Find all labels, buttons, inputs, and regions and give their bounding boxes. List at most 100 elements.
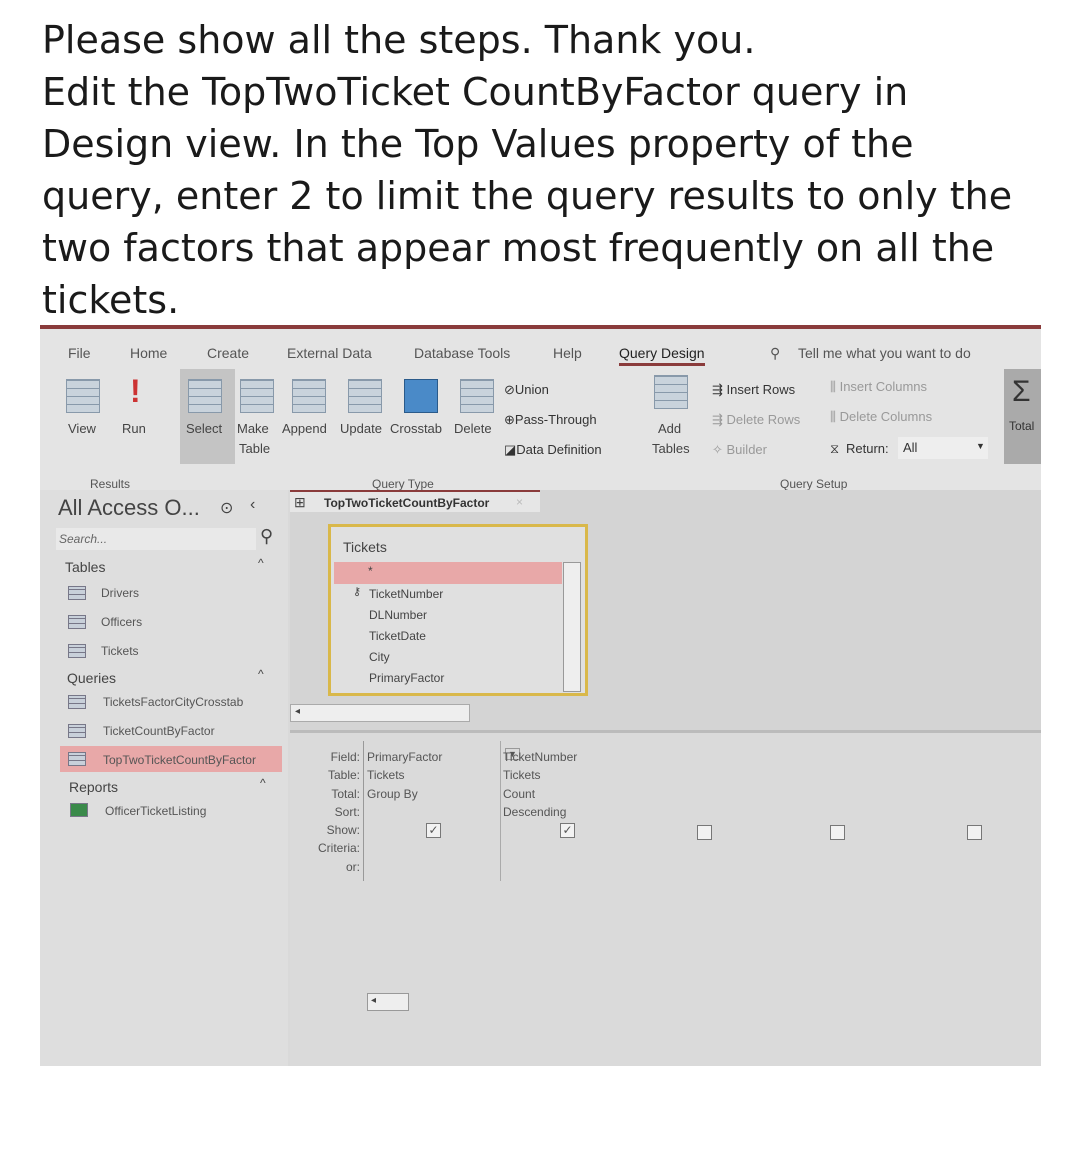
pass-through-button[interactable]: ⊕Pass-Through [504, 412, 597, 428]
col1-total[interactable]: Group By [367, 787, 418, 801]
delete-columns-button[interactable]: ⫼ Delete Columns [830, 409, 932, 425]
nav-item-officer-ticket-listing[interactable]: OfficerTicketListing [105, 804, 206, 818]
upper-horizontal-scrollbar[interactable]: ◂ [290, 704, 470, 722]
return-label: Return: [846, 441, 889, 456]
question-line: Please show all the steps. Thank you. [42, 18, 756, 62]
nav-menu-icon[interactable]: ⊙ [220, 498, 233, 518]
row-label-sort: Sort: [334, 805, 360, 819]
chevron-up-icon[interactable]: ^ [260, 776, 266, 790]
tab-file[interactable]: File [68, 345, 91, 361]
delete-rows-label: Delete Rows [726, 412, 801, 427]
field-ticket-number[interactable]: TicketNumber [369, 587, 443, 601]
totals-button[interactable]: Σ Total [1004, 369, 1041, 464]
nav-item-drivers[interactable]: Drivers [101, 586, 139, 600]
col1-show-checkbox[interactable]: ✓ [426, 823, 441, 838]
ribbon: File Home Create External Data Database … [40, 325, 1041, 491]
tab-create[interactable]: Create [207, 345, 249, 361]
chevron-up-icon[interactable]: ^ [258, 667, 264, 681]
report-icon [70, 803, 88, 817]
globe-icon: ⊕ [504, 412, 515, 427]
delete-button[interactable]: Delete [454, 421, 492, 436]
insert-columns-button[interactable]: ⫼ Insert Columns [830, 379, 927, 395]
tab-home[interactable]: Home [130, 345, 167, 361]
field-city[interactable]: City [369, 650, 390, 664]
nav-search-input[interactable]: Search... [56, 528, 256, 550]
nav-item-tickets[interactable]: Tickets [101, 644, 139, 658]
field-ticket-date[interactable]: TicketDate [369, 629, 426, 643]
nav-section-queries[interactable]: Queries [67, 670, 116, 686]
col1-field[interactable]: PrimaryFactor [367, 750, 442, 764]
tickets-field-list[interactable]: Tickets * ⚷ TicketNumber DLNumber Ticket… [328, 524, 588, 696]
tab-help[interactable]: Help [553, 345, 582, 361]
crosstab-button[interactable]: Crosstab [390, 421, 442, 436]
update-icon [348, 379, 382, 413]
run-icon: ! [130, 373, 141, 409]
table-icon [68, 586, 86, 600]
insert-columns-label: Insert Columns [839, 379, 928, 394]
tab-database-tools[interactable]: Database Tools [414, 345, 510, 361]
question-line: Design view. In the Top Values property … [42, 122, 914, 166]
tell-me-box[interactable]: Tell me what you want to do [798, 345, 971, 361]
col2-sort[interactable]: Descending [503, 805, 566, 819]
field-label: * [368, 564, 373, 578]
primary-key-icon: ⚷ [353, 586, 362, 598]
field-primary-factor[interactable]: PrimaryFactor [369, 671, 444, 685]
col3-show-checkbox[interactable] [697, 825, 712, 840]
return-value: All [903, 440, 918, 455]
query-icon [68, 724, 86, 738]
builder-button[interactable]: ✧ Builder [712, 442, 767, 458]
append-button[interactable]: Append [282, 421, 327, 436]
sigma-icon: Σ [1012, 375, 1031, 408]
grid-horizontal-scrollbar[interactable]: ◂ [367, 993, 409, 1011]
collapse-nav-icon[interactable]: ‹ [250, 496, 255, 514]
return-dropdown[interactable]: All ▼ [898, 437, 988, 459]
query-icon [68, 752, 86, 766]
field-all[interactable]: * [334, 562, 562, 584]
nav-item-tickets-factor-city-crosstab[interactable]: TicketsFactorCityCrosstab [103, 695, 243, 709]
insert-rows-button[interactable]: ⇶ Insert Rows [712, 382, 795, 398]
chevron-down-icon: ▼ [976, 441, 985, 451]
crosstab-query-icon [68, 695, 86, 709]
insert-rows-label: Insert Rows [726, 382, 796, 397]
query-icon: ⊞ [294, 494, 306, 510]
run-button[interactable]: Run [122, 421, 146, 436]
question-line: two factors that appear most frequently … [42, 226, 995, 270]
chevron-up-icon[interactable]: ^ [258, 556, 264, 570]
data-definition-icon: ◪ [504, 442, 517, 457]
scroll-left-icon: ◂ [371, 995, 377, 1006]
return-icon: ⧖ [830, 441, 840, 456]
close-icon[interactable]: × [516, 495, 523, 509]
col2-show-checkbox[interactable]: ✓ [560, 823, 575, 838]
nav-section-tables[interactable]: Tables [65, 559, 105, 575]
nav-item-top-two-ticket-count-by-factor[interactable]: TopTwoTicketCountByFactor [103, 753, 256, 767]
tab-external-data[interactable]: External Data [287, 345, 372, 361]
delete-rows-button[interactable]: ⇶ Delete Rows [712, 412, 800, 428]
document-tab-label: TopTwoTicketCountByFactor [324, 496, 490, 510]
builder-label: Builder [726, 442, 767, 457]
make-table-button[interactable]: Make [237, 421, 269, 436]
view-icon [66, 379, 100, 413]
view-button[interactable]: View [68, 421, 96, 436]
nav-item-officers[interactable]: Officers [101, 615, 142, 629]
totals-label: Total [1009, 419, 1035, 433]
tab-query-design[interactable]: Query Design [619, 345, 705, 366]
question-line: tickets. [42, 278, 180, 322]
union-button[interactable]: ⊘Union [504, 382, 549, 398]
nav-item-ticket-count-by-factor[interactable]: TicketCountByFactor [103, 724, 215, 738]
field-list-scrollbar[interactable] [563, 562, 581, 692]
col2-table[interactable]: Tickets [503, 768, 541, 782]
nav-title[interactable]: All Access O... [58, 495, 200, 521]
col2-field[interactable]: TicketNumber [503, 750, 577, 764]
col1-table[interactable]: Tickets [367, 768, 405, 782]
document-tab[interactable]: ⊞ TopTwoTicketCountByFactor × [290, 490, 540, 512]
col4-show-checkbox[interactable] [830, 825, 845, 840]
search-icon[interactable]: ⚲ [260, 526, 273, 547]
col5-show-checkbox[interactable] [967, 825, 982, 840]
select-icon [188, 379, 222, 413]
field-dl-number[interactable]: DLNumber [369, 608, 427, 622]
col2-total[interactable]: Count [503, 787, 535, 801]
data-definition-button[interactable]: ◪Data Definition [504, 442, 602, 458]
nav-section-reports[interactable]: Reports [69, 779, 118, 795]
update-button[interactable]: Update [340, 421, 382, 436]
add-tables-button[interactable]: Add [658, 421, 681, 436]
